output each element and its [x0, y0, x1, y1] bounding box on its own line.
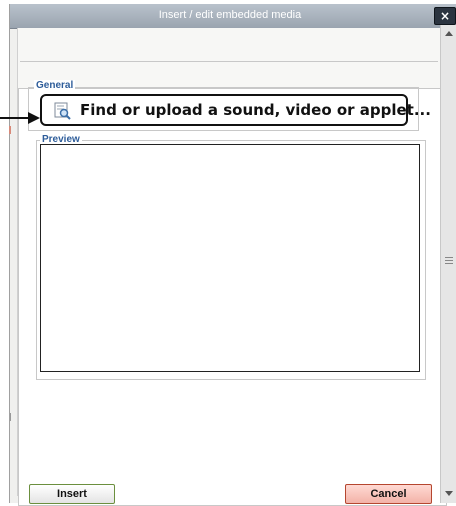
insert-button[interactable]: Insert	[29, 484, 115, 504]
tab-divider	[20, 61, 438, 62]
side-marker	[9, 126, 11, 134]
close-icon: ×	[439, 9, 451, 23]
dialog-titlebar[interactable]: Insert / edit embedded media ×	[10, 4, 456, 29]
scroll-thumb-grip-icon[interactable]	[445, 257, 453, 267]
find-media-button[interactable]: Find or upload a sound, video or applet.…	[40, 94, 431, 126]
scroll-down-icon[interactable]	[445, 491, 453, 496]
scroll-up-icon[interactable]	[445, 31, 453, 36]
find-media-label: Find or upload a sound, video or applet.…	[80, 101, 431, 119]
media-search-icon	[54, 102, 71, 120]
side-tick	[10, 413, 11, 421]
dialog-title: Insert / edit embedded media	[158, 9, 302, 21]
preview-area	[40, 144, 420, 372]
vertical-scrollbar[interactable]	[440, 25, 456, 503]
arrow-right-icon	[0, 112, 40, 124]
cancel-button[interactable]: Cancel	[345, 484, 432, 504]
general-legend: General	[34, 80, 76, 91]
close-button[interactable]: ×	[434, 7, 456, 25]
